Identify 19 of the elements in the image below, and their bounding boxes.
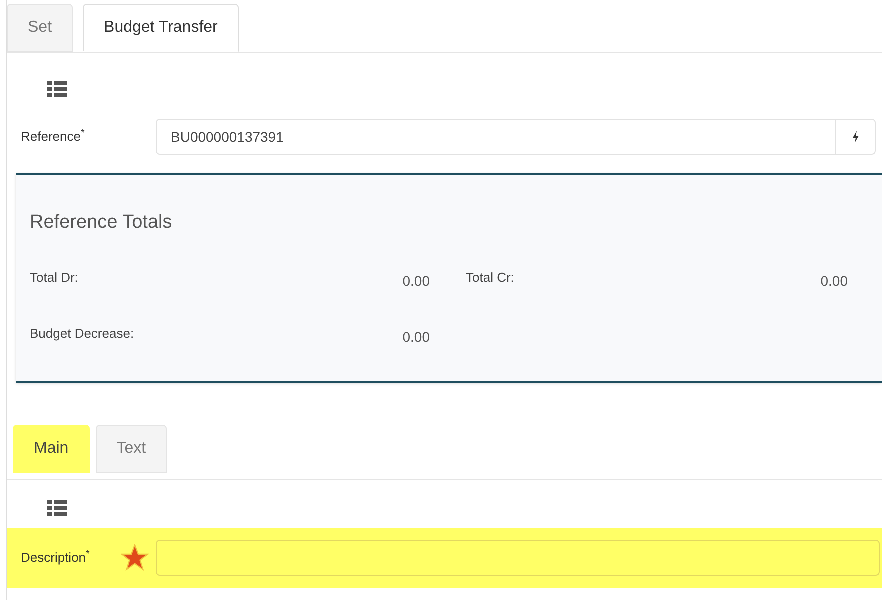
star-icon [121, 544, 149, 572]
list-icon[interactable] [47, 500, 67, 516]
tab[interactable]: Budget Transfer [83, 4, 239, 52]
total-value: 0.00 [402, 272, 430, 290]
total-label: Total Cr: [466, 268, 514, 286]
total-value: 0.00 [402, 328, 430, 346]
list-icon[interactable] [47, 81, 67, 97]
description-label: Description$^{*}$ [21, 548, 91, 568]
description-field[interactable] [156, 540, 880, 576]
total-label: Budget Decrease: [30, 324, 134, 343]
reference-field[interactable]: BU000000137391 [156, 119, 836, 155]
tab[interactable]: Main [13, 425, 90, 473]
reference-label: Reference$^{*}$ [21, 127, 86, 146]
tab[interactable]: Text [96, 425, 168, 473]
panel-title: Reference Totals [30, 211, 174, 235]
lightning-icon [852, 131, 860, 143]
tab[interactable]: Set [7, 4, 74, 52]
total-label: Total Dr: [30, 268, 78, 286]
total-value: 0.00 [820, 272, 848, 290]
